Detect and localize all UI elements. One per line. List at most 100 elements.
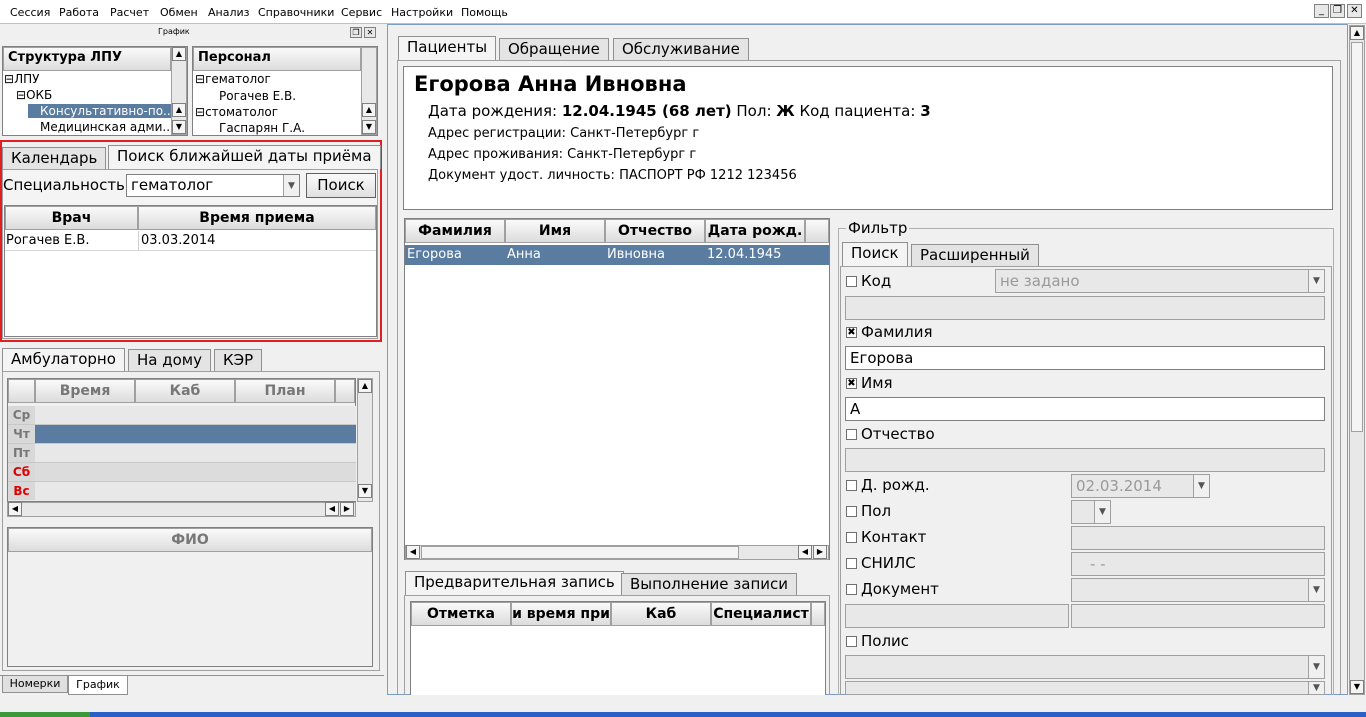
scroll-up-icon[interactable]: ▲ (172, 47, 186, 61)
scroll-down-icon[interactable]: ▼ (172, 120, 186, 134)
minimize-icon[interactable]: _ (1314, 4, 1329, 18)
tree-item-med-admin[interactable]: Медицинская адми... (40, 120, 174, 134)
tree-item-rogachev[interactable]: Рогачев Е.В. (219, 89, 296, 103)
patronymic-input[interactable] (845, 448, 1325, 472)
scroll-left-icon[interactable]: ◀ (406, 545, 420, 559)
tab-filter-search[interactable]: Поиск (842, 242, 908, 266)
scroll-thumb[interactable] (1351, 42, 1363, 432)
sex-select[interactable]: ▼ (1071, 500, 1111, 524)
col-fio[interactable]: ФИО (8, 528, 372, 552)
patronymic-checkbox[interactable] (846, 429, 857, 440)
col-datetime[interactable]: и время при (511, 602, 611, 626)
restore-icon[interactable]: ❐ (1330, 4, 1345, 18)
panel-float-icon[interactable]: ❐ (350, 27, 362, 38)
col-surname[interactable]: Фамилия (405, 219, 505, 243)
menu-service[interactable]: Сервис (341, 6, 382, 19)
tab-filter-extended[interactable]: Расширенный (911, 244, 1039, 266)
contact-input[interactable] (1071, 526, 1325, 550)
tree-item-dentist[interactable]: ⊟стоматолог (195, 105, 278, 119)
col-room[interactable]: Каб (135, 379, 235, 403)
code-checkbox[interactable] (846, 276, 857, 287)
snils-checkbox[interactable] (846, 558, 857, 569)
surname-input[interactable]: Егорова (845, 346, 1325, 370)
menu-calc[interactable]: Расчет (110, 6, 149, 19)
tab-numbers[interactable]: Номерки (2, 676, 68, 693)
tree-item-gasparyan[interactable]: Гаспарян Г.А. (219, 121, 305, 135)
document-type-select[interactable]: ▼ (1071, 578, 1325, 602)
scroll-left-icon[interactable]: ◀ (325, 502, 339, 516)
scroll-up-icon[interactable]: ▲ (172, 103, 186, 117)
table-row[interactable]: Сб (8, 463, 356, 482)
menu-session[interactable]: Сессия (10, 6, 50, 19)
name-checkbox[interactable]: ✖ (846, 378, 857, 389)
tab-pre-record[interactable]: Предварительная запись (405, 571, 624, 595)
specialty-select[interactable]: гематолог ▼ (126, 174, 300, 197)
scroll-right-icon[interactable]: ▶ (813, 545, 827, 559)
tab-outpatient[interactable]: Амбулаторно (2, 348, 125, 372)
tab-service[interactable]: Обслуживание (613, 38, 749, 60)
col-room[interactable]: Каб (611, 602, 711, 626)
table-row[interactable]: Чт (8, 425, 356, 444)
table-row[interactable]: Рогачев Е.В. 03.03.2014 (5, 231, 376, 251)
col-appointment-time[interactable]: Время приема (138, 206, 376, 230)
close-icon[interactable]: ✕ (1347, 4, 1362, 18)
sex-checkbox[interactable] (846, 506, 857, 517)
code-input[interactable] (845, 296, 1325, 320)
tree-item-hematologist[interactable]: ⊟гематолог (195, 72, 271, 86)
contact-checkbox[interactable] (846, 532, 857, 543)
birthdate-picker[interactable]: 02.03.2014 ▼ (1071, 474, 1210, 498)
document-number-input[interactable] (1071, 604, 1325, 628)
tree-item-lpu[interactable]: ⊟ЛПУ (4, 72, 39, 86)
tab-schedule[interactable]: График (68, 676, 128, 695)
name-input[interactable]: А (845, 397, 1325, 421)
scroll-down-icon[interactable]: ▼ (358, 484, 372, 498)
code-type-select[interactable]: не задано ▼ (995, 269, 1325, 293)
col-doctor[interactable]: Врач (5, 206, 138, 230)
panel-close-icon[interactable]: ✕ (364, 27, 376, 38)
scroll-left-icon[interactable]: ◀ (8, 502, 22, 516)
tab-record-exec[interactable]: Выполнение записи (621, 573, 798, 595)
policy-input[interactable]: ▼ (845, 681, 1325, 695)
birthdate-checkbox[interactable] (846, 480, 857, 491)
col-plan[interactable]: План (235, 379, 335, 403)
menu-settings[interactable]: Настройки (391, 6, 453, 19)
table-row[interactable]: Вс (8, 482, 356, 501)
scroll-right-icon[interactable]: ▶ (340, 502, 354, 516)
menu-analysis[interactable]: Анализ (208, 6, 250, 19)
scroll-up-icon[interactable]: ▲ (362, 103, 376, 117)
col-time[interactable]: Время (35, 379, 135, 403)
tab-ker[interactable]: КЭР (214, 349, 263, 371)
menu-references[interactable]: Справочники (258, 6, 334, 19)
col-mark[interactable]: Отметка (411, 602, 511, 626)
menu-help[interactable]: Помощь (461, 6, 508, 19)
scroll-down-icon[interactable]: ▼ (362, 120, 376, 134)
tab-nearest-date[interactable]: Поиск ближайшей даты приёма (108, 145, 381, 169)
tab-patients[interactable]: Пациенты (398, 36, 497, 60)
menu-work[interactable]: Работа (59, 6, 99, 19)
table-row[interactable]: Пт (8, 444, 356, 463)
surname-checkbox[interactable]: ✖ (846, 327, 857, 338)
snils-input[interactable]: - - (1071, 552, 1325, 576)
document-checkbox[interactable] (846, 584, 857, 595)
scroll-up-icon[interactable]: ▲ (1350, 26, 1364, 40)
scroll-left-icon[interactable]: ◀ (798, 545, 812, 559)
menu-exchange[interactable]: Обмен (160, 6, 198, 19)
tab-calendar[interactable]: Календарь (2, 147, 107, 169)
schedule-hscroll[interactable] (7, 502, 356, 517)
col-name[interactable]: Имя (505, 219, 605, 243)
document-series-input[interactable] (845, 604, 1069, 628)
search-button[interactable]: Поиск (306, 173, 376, 198)
tree-item-consult[interactable]: Консультативно-по... (28, 104, 175, 118)
tab-home[interactable]: На дому (128, 349, 211, 371)
scroll-thumb[interactable] (421, 546, 739, 559)
policy-type-select[interactable]: ▼ (845, 655, 1325, 679)
table-row[interactable]: Егорова Анна Ивновна 12.04.1945 (405, 245, 829, 265)
tab-visit[interactable]: Обращение (499, 38, 609, 60)
table-row[interactable]: Ср (8, 406, 356, 425)
scroll-up-icon[interactable]: ▲ (358, 379, 372, 393)
policy-checkbox[interactable] (846, 636, 857, 647)
col-specialist[interactable]: Специалист (711, 602, 811, 626)
patients-grid[interactable] (404, 218, 830, 560)
tree-item-okb[interactable]: ⊟ОКБ (16, 88, 52, 102)
scroll-down-icon[interactable]: ▼ (1350, 680, 1364, 694)
